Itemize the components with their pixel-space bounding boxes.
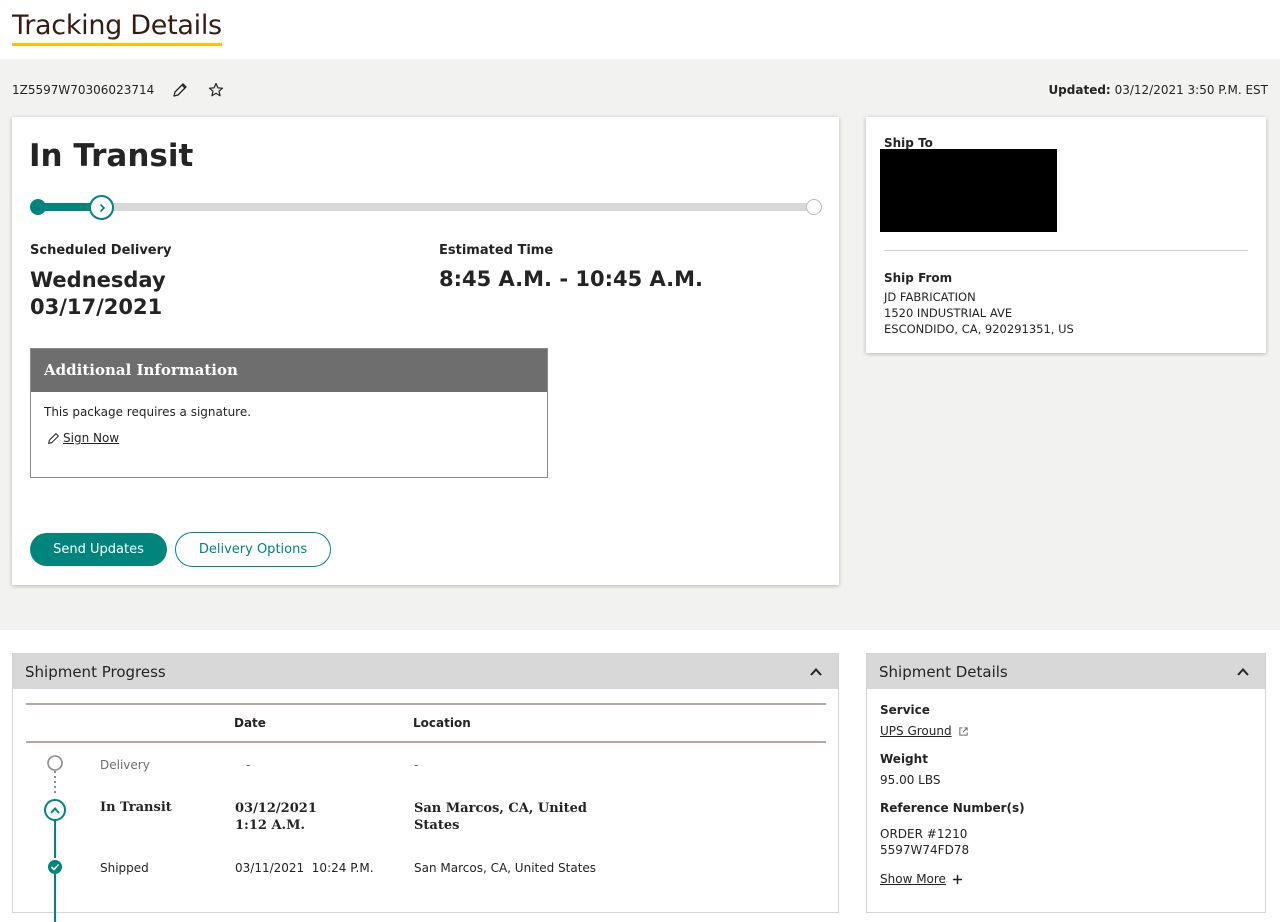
scheduled-delivery-label: Scheduled Delivery xyxy=(30,243,172,258)
show-more-link[interactable]: Show More xyxy=(880,871,946,887)
scheduled-date: 03/17/2021 xyxy=(30,295,163,319)
address-divider xyxy=(884,250,1248,251)
estimated-time-value: 8:45 A.M. - 10:45 A.M. xyxy=(439,267,704,291)
shipment-details-panel: Shipment Details Service UPS Ground Weig… xyxy=(866,653,1266,913)
weight-label: Weight xyxy=(880,752,928,766)
signature-required-text: This package requires a signature. xyxy=(44,405,252,419)
row-location-line: States xyxy=(414,818,460,833)
ship-from-line: JD FABRICATION xyxy=(884,290,976,304)
status-card: In Transit Scheduled Delivery Wednesday … xyxy=(12,117,839,585)
service-label: Service xyxy=(880,703,930,717)
tracking-number: 1Z5597W70306023714 xyxy=(12,83,155,97)
ship-from-line: ESCONDIDO, CA, 920291351, US xyxy=(884,322,1074,336)
weight-value: 95.00 LBS xyxy=(880,773,941,787)
column-header-location: Location xyxy=(413,716,471,730)
sign-now-link[interactable]: Sign Now xyxy=(63,431,119,445)
updated-value: 03/12/2021 3:50 P.M. EST xyxy=(1114,83,1268,97)
table-row: Delivery xyxy=(100,758,150,772)
row-location: San Marcos, CA, United States xyxy=(414,800,587,834)
shipment-progress-panel: Shipment Progress Date Location Delivery… xyxy=(12,653,839,922)
row-status: Shipped xyxy=(100,861,149,875)
page-header: Tracking Details xyxy=(0,0,1280,59)
progress-track xyxy=(30,203,820,211)
progress-current-marker xyxy=(89,195,114,220)
additional-information-title: Additional Information xyxy=(31,349,547,392)
reference-values: ORDER #1210 5597W74FD78 xyxy=(880,826,969,858)
chevron-up-icon[interactable] xyxy=(1233,662,1253,682)
table-header: Date Location xyxy=(26,703,826,743)
reference-number: 5597W74FD78 xyxy=(880,843,970,857)
pencil-icon[interactable] xyxy=(170,80,190,100)
row-location-line: San Marcos, CA, United xyxy=(414,801,587,816)
row-status: Delivery xyxy=(100,758,150,772)
row-location: - xyxy=(414,758,419,772)
row-status: In Transit xyxy=(100,800,172,815)
tracking-number-row: 1Z5597W70306023714 Updated: 03/12/2021 3… xyxy=(12,80,1268,100)
shipment-progress-table: Date Location xyxy=(26,703,826,743)
plus-icon xyxy=(952,874,963,884)
delivery-options-button[interactable]: Delivery Options xyxy=(175,532,331,567)
shipment-progress-header[interactable]: Shipment Progress xyxy=(13,654,838,689)
progress-end-dot xyxy=(806,199,822,215)
row-date: 03/11/2021 10:24 P.M. xyxy=(235,861,374,875)
shipment-details-title: Shipment Details xyxy=(879,662,1008,681)
chevron-right-icon xyxy=(99,203,105,212)
progress-start-dot xyxy=(30,199,46,215)
pencil-icon xyxy=(48,432,59,444)
shipment-details-header[interactable]: Shipment Details xyxy=(867,654,1265,689)
estimated-time-label: Estimated Time xyxy=(439,243,554,258)
reference-label: Reference Number(s) xyxy=(880,801,1025,815)
updated-label: Updated: xyxy=(1048,83,1111,97)
ship-to-label: Ship To xyxy=(884,136,933,150)
ship-from-address: JD FABRICATION 1520 INDUSTRIAL AVE ESCON… xyxy=(884,289,1074,337)
address-card: Ship To Ship From JD FABRICATION 1520 IN… xyxy=(866,117,1266,353)
row-date: - xyxy=(246,758,251,772)
row-location: San Marcos, CA, United States xyxy=(414,861,597,875)
show-more-row[interactable]: Show More xyxy=(880,871,963,887)
additional-information-box: Additional Information This package requ… xyxy=(30,348,548,478)
external-link-icon xyxy=(958,726,968,736)
send-updates-button[interactable]: Send Updates xyxy=(30,533,167,566)
service-value[interactable]: UPS Ground xyxy=(880,723,969,739)
chevron-up-icon[interactable] xyxy=(806,662,826,682)
progress-timeline xyxy=(44,755,66,922)
ship-from-label: Ship From xyxy=(884,271,953,285)
sign-now-row[interactable]: Sign Now xyxy=(31,419,547,445)
shipment-progress-title: Shipment Progress xyxy=(25,662,166,681)
row-date-line: 03/12/2021 xyxy=(235,801,317,816)
ship-from-line: 1520 INDUSTRIAL AVE xyxy=(884,306,1013,320)
page-title: Tracking Details xyxy=(12,10,222,46)
redacted-ship-to-address xyxy=(880,149,1057,232)
service-link[interactable]: UPS Ground xyxy=(880,723,952,739)
reference-number: ORDER #1210 xyxy=(880,827,968,841)
star-icon[interactable] xyxy=(206,80,226,100)
column-header-date: Date xyxy=(234,716,266,730)
scheduled-day: Wednesday xyxy=(30,268,166,292)
scheduled-delivery-date: Wednesday 03/17/2021 xyxy=(30,267,330,321)
updated-timestamp: Updated: 03/12/2021 3:50 P.M. EST xyxy=(1048,83,1268,97)
delivery-progress-bar xyxy=(30,195,822,220)
status-title: In Transit xyxy=(29,138,194,174)
row-date: 03/12/2021 1:12 A.M. xyxy=(235,800,317,834)
row-time-line: 1:12 A.M. xyxy=(235,818,305,833)
